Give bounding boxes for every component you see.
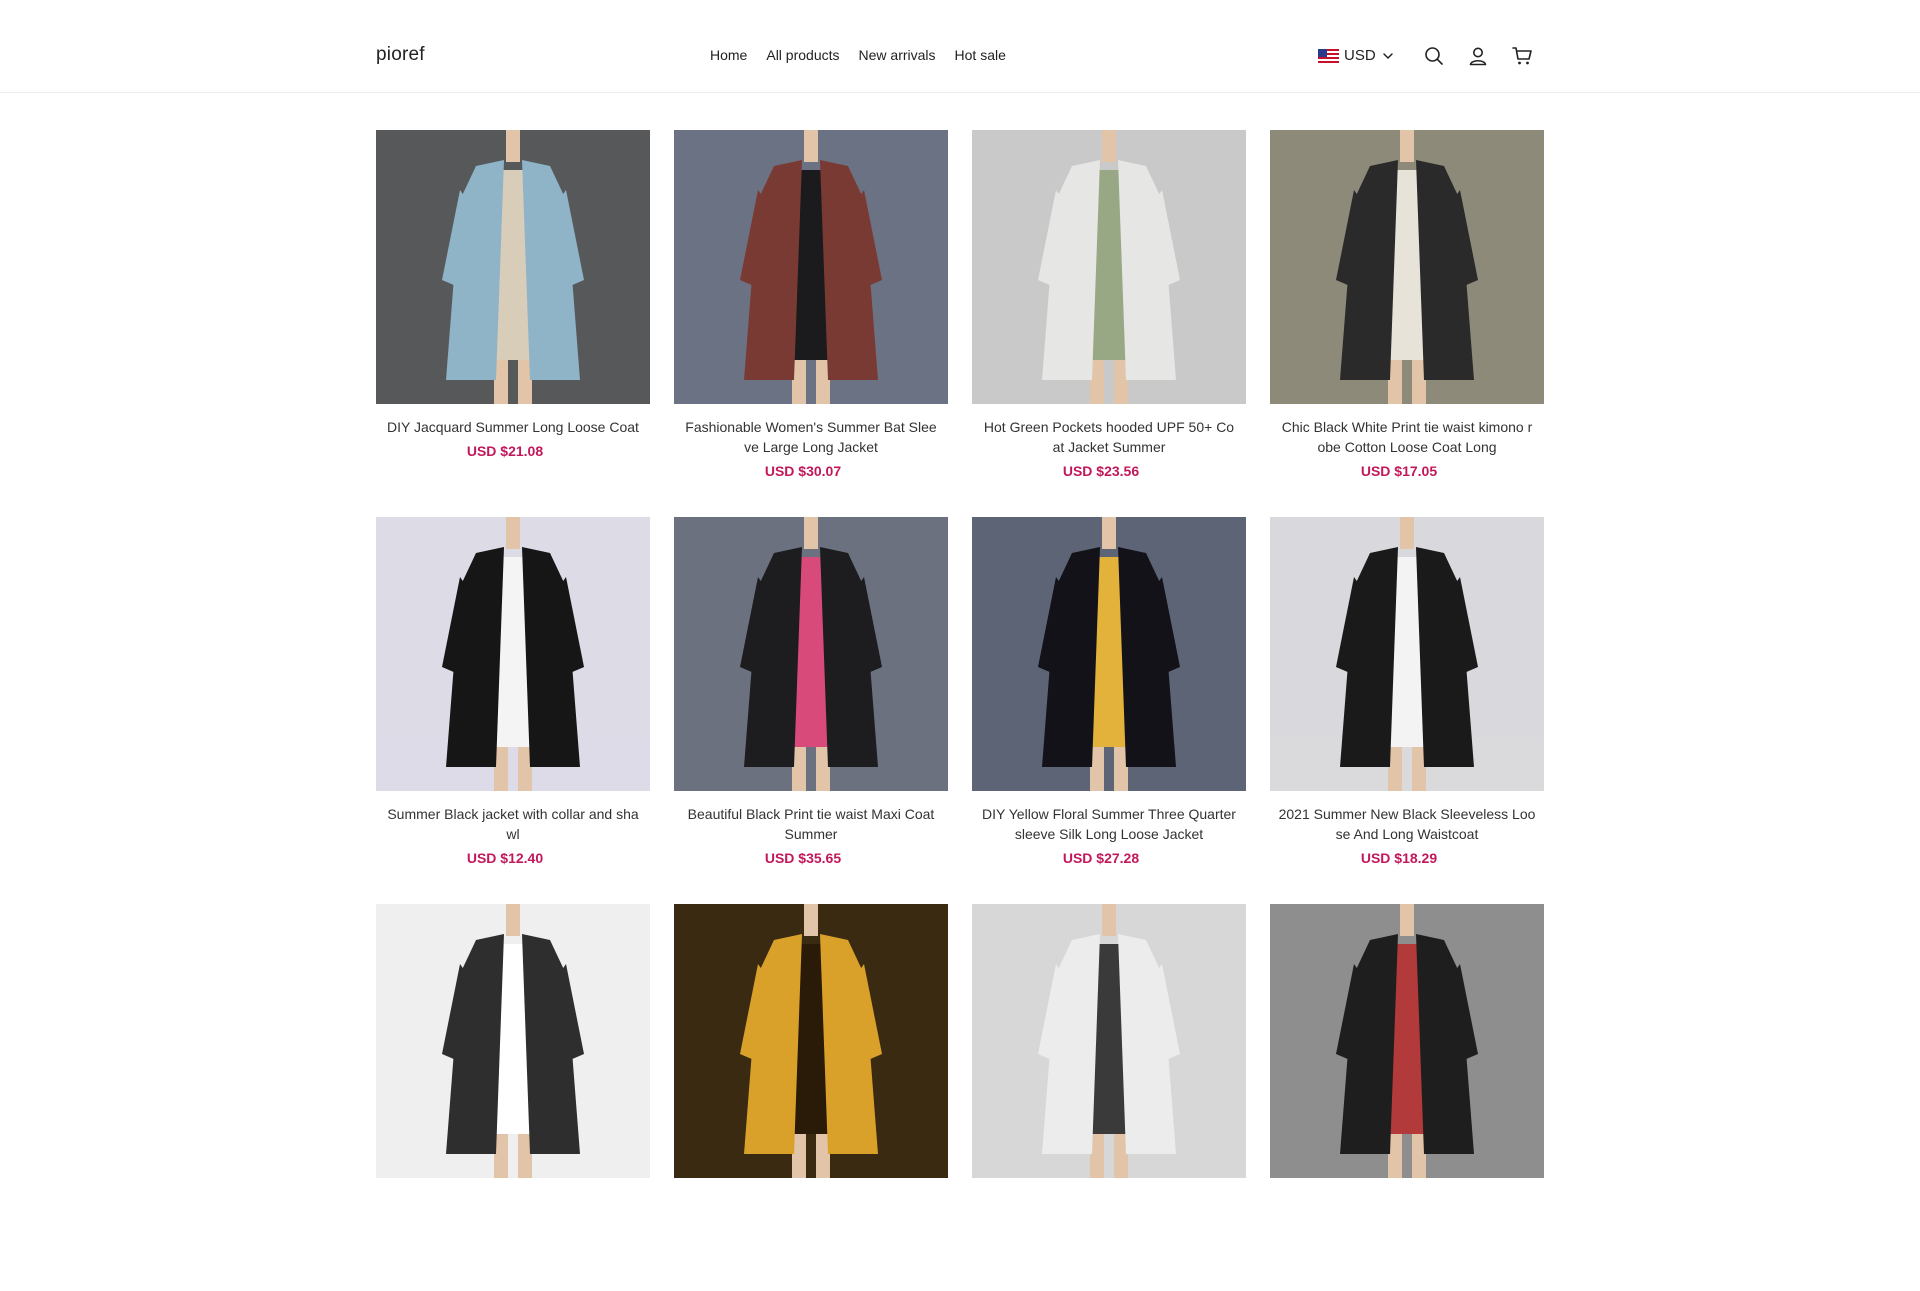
nav-home[interactable]: Home [710,47,747,63]
product-grid: DIY Jacquard Summer Long Loose Coat USD … [376,130,1544,1291]
product-card[interactable]: Fashionable Women's Summer Bat Slee ve L… [674,130,948,517]
product-photo [376,904,650,1178]
product-image[interactable] [972,517,1246,791]
product-image[interactable] [972,130,1246,404]
product-card[interactable] [1270,904,1544,1291]
product-price: USD $27.28 [1062,850,1140,866]
product-image[interactable] [1270,130,1544,404]
product-photo [972,517,1246,791]
product-photo [674,904,948,1178]
account-icon[interactable] [1466,44,1490,68]
product-image[interactable] [1270,904,1544,1178]
product-image[interactable] [674,904,948,1178]
product-price: USD $30.07 [764,463,842,479]
currency-label: USD [1344,47,1376,64]
main-nav: Home All products New arrivals Hot sale [710,47,1006,63]
product-card[interactable]: Hot Green Pockets hooded UPF 50+ Co at J… [972,130,1246,517]
product-photo [376,130,650,404]
product-photo [674,517,948,791]
product-price: USD $18.29 [1360,850,1438,866]
product-card[interactable] [674,904,948,1291]
product-title[interactable]: DIY Yellow Floral Summer Three Quarter s… [972,804,1246,844]
product-card[interactable] [376,904,650,1291]
product-card[interactable] [972,904,1246,1291]
product-photo [972,904,1246,1178]
product-card[interactable]: Summer Black jacket with collar and sha … [376,517,650,904]
product-price: USD $12.40 [466,850,544,866]
currency-selector[interactable]: USD [1318,47,1395,64]
product-title[interactable]: Summer Black jacket with collar and sha … [376,804,650,844]
product-image[interactable] [376,904,650,1178]
product-card[interactable]: DIY Yellow Floral Summer Three Quarter s… [972,517,1246,904]
cart-icon[interactable] [1510,44,1534,68]
product-image[interactable] [674,130,948,404]
product-price: USD $17.05 [1360,463,1438,479]
product-title[interactable]: DIY Jacquard Summer Long Loose Coat [376,417,650,437]
product-image[interactable] [376,517,650,791]
product-image[interactable] [972,904,1246,1178]
product-title[interactable]: Beautiful Black Print tie waist Maxi Coa… [674,804,948,844]
nav-hot-sale[interactable]: Hot sale [955,47,1006,63]
us-flag-icon [1318,48,1339,63]
product-photo [1270,904,1544,1178]
product-title[interactable]: Hot Green Pockets hooded UPF 50+ Co at J… [972,417,1246,457]
product-price: USD $23.56 [1062,463,1140,479]
product-photo [972,130,1246,404]
product-photo [376,517,650,791]
site-logo[interactable]: pioref [376,44,425,66]
product-title[interactable]: Fashionable Women's Summer Bat Slee ve L… [674,417,948,457]
product-card[interactable]: DIY Jacquard Summer Long Loose Coat USD … [376,130,650,517]
product-photo [674,130,948,404]
search-icon[interactable] [1422,44,1446,68]
product-photo [1270,130,1544,404]
chevron-down-icon [1382,52,1393,59]
product-card[interactable]: Beautiful Black Print tie waist Maxi Coa… [674,517,948,904]
product-card[interactable]: Chic Black White Print tie waist kimono … [1270,130,1544,517]
product-image[interactable] [376,130,650,404]
product-image[interactable] [674,517,948,791]
product-title[interactable]: 2021 Summer New Black Sleeveless Loo se … [1270,804,1544,844]
product-photo [1270,517,1544,791]
nav-new-arrivals[interactable]: New arrivals [859,47,936,63]
product-price: USD $21.08 [466,443,544,459]
site-header: pioref Home All products New arrivals Ho… [0,0,1920,93]
product-price: USD $35.65 [764,850,842,866]
nav-all-products[interactable]: All products [766,47,839,63]
product-image[interactable] [1270,517,1544,791]
product-card[interactable]: 2021 Summer New Black Sleeveless Loo se … [1270,517,1544,904]
product-title[interactable]: Chic Black White Print tie waist kimono … [1270,417,1544,457]
